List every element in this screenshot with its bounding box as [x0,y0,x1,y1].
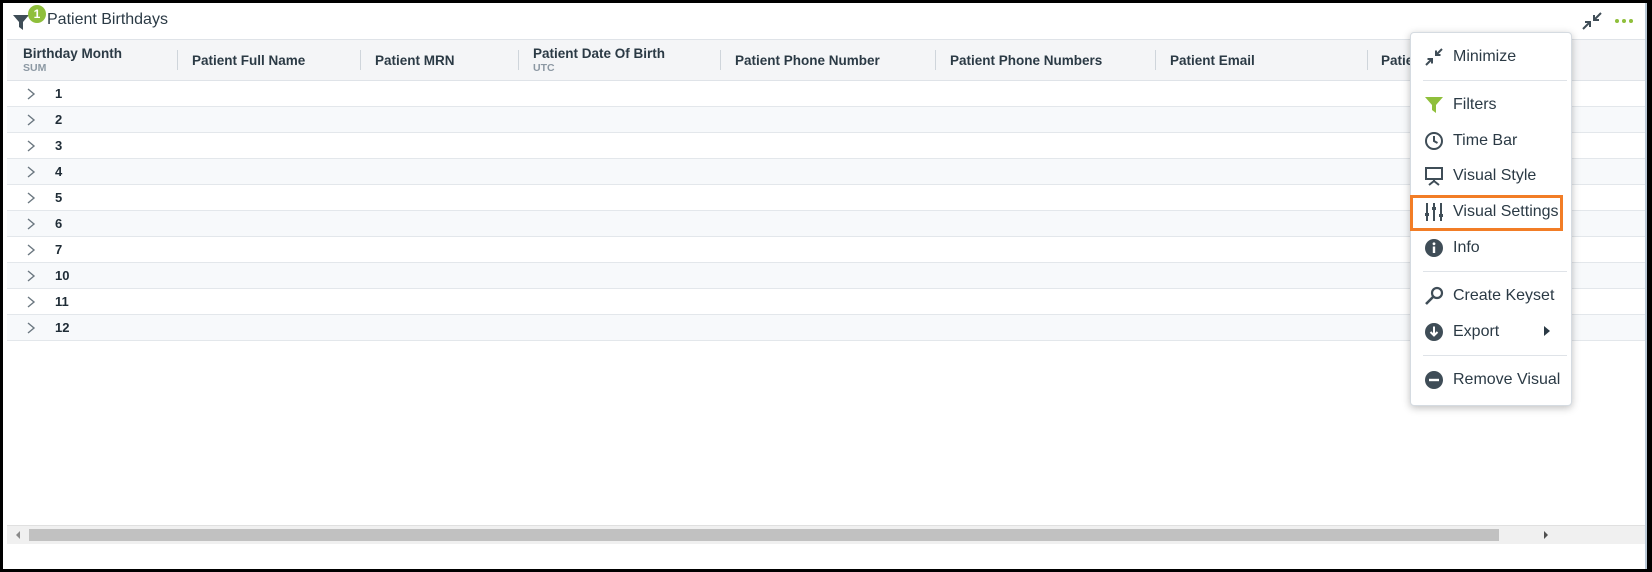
visual-title: Patient Birthdays [47,11,168,28]
table-row[interactable]: 2 [7,107,1647,133]
row-month-value: 12 [55,320,70,335]
panel-edge [1645,3,1647,569]
row-month-value: 5 [55,190,63,205]
menu-item-visual-style[interactable]: Visual Style [1411,159,1571,193]
highlight-box [1410,195,1563,231]
remove-icon [1425,371,1443,389]
table-row[interactable]: 5 [7,185,1647,211]
table-row[interactable]: 11 [7,289,1647,315]
chevron-right-icon[interactable] [25,87,37,101]
row-month-value: 7 [55,242,63,257]
minimize-icon[interactable] [1581,11,1603,31]
chevron-right-icon[interactable] [25,295,37,309]
table-header: Birthday Month SUM Patient Full Name Pat… [7,39,1647,81]
row-month-value: 3 [55,138,63,153]
row-month-value: 10 [55,268,70,283]
key-icon [1425,286,1444,305]
chevron-right-icon[interactable] [25,243,37,257]
column-header-phone-numbers[interactable]: Patient Phone Numbers [950,40,1102,80]
menu-item-filters[interactable]: Filters [1411,88,1571,122]
chevron-right-icon[interactable] [25,165,37,179]
chevron-right-icon[interactable] [25,321,37,335]
minimize-icon [1425,48,1443,66]
visual-header: 1 Patient Birthdays [3,3,1647,39]
download-icon [1425,323,1443,341]
column-header-date-of-birth[interactable]: Patient Date Of Birth UTC [533,40,665,80]
menu-item-create-keyset[interactable]: Create Keyset [1411,279,1571,313]
filter-icon [1425,97,1443,113]
column-header-birthday-month[interactable]: Birthday Month SUM [23,40,122,80]
menu-item-time-bar[interactable]: Time Bar [1411,124,1571,158]
row-month-value: 4 [55,164,63,179]
row-month-value: 1 [55,86,63,101]
chevron-right-icon[interactable] [25,113,37,127]
scrollbar-thumb[interactable] [29,529,1499,541]
menu-item-export[interactable]: Export [1411,315,1571,349]
table-body: 1 2 3 4 5 6 7 10 11 12 [7,81,1647,341]
info-icon [1425,239,1443,257]
table-row[interactable]: 6 [7,211,1647,237]
table-row[interactable]: 10 [7,263,1647,289]
column-header-mrn[interactable]: Patient MRN [375,40,455,80]
visual-panel: 1 Patient Birthdays Birthday Month SUM P… [0,0,1652,572]
clock-icon [1425,132,1443,150]
menu-item-remove-visual[interactable]: Remove Visual [1411,363,1571,397]
chevron-right-icon[interactable] [25,269,37,283]
chevron-right-icon[interactable] [25,139,37,153]
more-options-icon[interactable] [1611,10,1637,32]
menu-item-minimize[interactable]: Minimize [1411,40,1571,74]
table-row[interactable]: 12 [7,315,1647,341]
scroll-right-arrow-icon[interactable] [1539,529,1553,541]
menu-item-info[interactable]: Info [1411,231,1571,265]
scroll-left-arrow-icon[interactable] [11,529,25,541]
chevron-right-icon[interactable] [25,191,37,205]
row-month-value: 11 [55,294,69,309]
column-header-truncated[interactable]: Patie [1381,40,1413,80]
table-row[interactable]: 7 [7,237,1647,263]
table-row[interactable]: 4 [7,159,1647,185]
horizontal-scrollbar[interactable] [7,525,1647,544]
easel-icon [1425,167,1443,186]
row-month-value: 6 [55,216,63,231]
chevron-right-icon[interactable] [25,217,37,231]
submenu-arrow-icon [1544,326,1550,336]
column-header-email[interactable]: Patient Email [1170,40,1255,80]
table-row[interactable]: 1 [7,81,1647,107]
filter-count-badge: 1 [28,5,46,23]
row-month-value: 2 [55,112,63,127]
table-row[interactable]: 3 [7,133,1647,159]
column-header-phone-number[interactable]: Patient Phone Number [735,40,880,80]
column-header-full-name[interactable]: Patient Full Name [192,40,305,80]
